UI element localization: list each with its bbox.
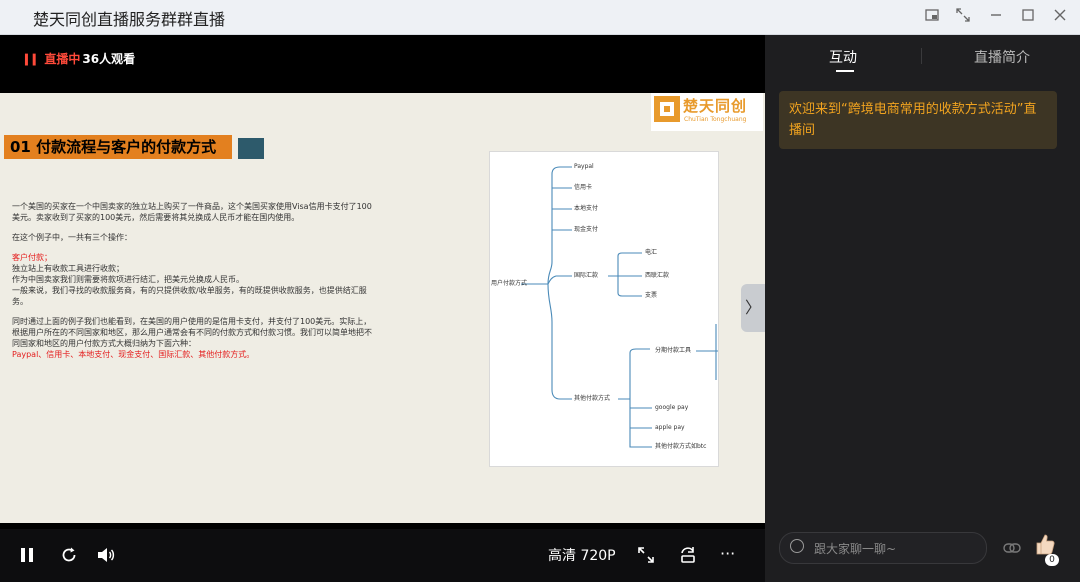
mind-map-diagram: 用户付款方式 Paypal 信用卡 本地支付 现金支付 国际汇款 其他付款方式 … bbox=[489, 151, 719, 467]
paragraph: 一个美国的买家在一个中国卖家的独立站上购买了一件商品，这个美国买家使用Visa信… bbox=[12, 202, 372, 222]
minimize-icon[interactable] bbox=[986, 7, 1006, 27]
like-count: 0 bbox=[1045, 554, 1059, 566]
live-stream-window: 楚天同创直播服务群群直播 ▍▍ 直播中 36人观看 楚天同创 ChuTian Ton… bbox=[0, 0, 1080, 582]
diagram-root-node: 用户付款方式 bbox=[491, 280, 528, 287]
chat-box[interactable] bbox=[779, 532, 987, 564]
video-player[interactable]: ▍▍ 直播中 36人观看 楚天同创 ChuTian Tongchuang 01 付款… bbox=[0, 35, 765, 582]
diagram-node: 西联汇款 bbox=[645, 272, 670, 279]
diagram-node: 现金支付 bbox=[574, 226, 599, 233]
logo-mark-icon bbox=[654, 96, 680, 122]
line-text: 作为中国卖家我们则需要将款项进行结汇，把美元兑换成人民币。 bbox=[12, 275, 244, 284]
diagram-node: Paypal bbox=[574, 163, 594, 170]
highlight-text: Paypal、信用卡、本地支付、现金支付、国际汇款、其他付款方式。 bbox=[12, 350, 255, 359]
slide-title: 01 付款流程与客户的付款方式 bbox=[4, 135, 232, 159]
rotate-screen-icon[interactable] bbox=[678, 545, 698, 569]
more-options-icon[interactable]: ··· bbox=[720, 546, 735, 562]
diagram-node: 其他付款方式 bbox=[574, 395, 611, 402]
diagram-node: 信用卡 bbox=[574, 184, 593, 191]
paragraph: 在这个例子中，一共有三个操作： bbox=[12, 233, 132, 242]
mini-player-icon[interactable] bbox=[922, 7, 942, 27]
player-controls: 高清 720P ··· bbox=[0, 529, 765, 582]
diagram-node: 电汇 bbox=[645, 249, 658, 256]
tab-live-intro[interactable]: 直播简介 bbox=[974, 47, 1030, 67]
fullscreen-icon[interactable] bbox=[953, 7, 973, 27]
logo-subtext: ChuTian Tongchuang bbox=[684, 116, 747, 123]
diagram-node: 分期付款工具 bbox=[655, 347, 692, 354]
title-bar: 楚天同创直播服务群群直播 bbox=[0, 0, 1080, 35]
diagram-node: 国际汇款 bbox=[574, 272, 599, 279]
emoji-icon[interactable] bbox=[790, 539, 804, 553]
diagram-node: google pay bbox=[655, 404, 689, 411]
chevron-right-icon[interactable]: 〉 bbox=[741, 284, 765, 332]
title-accent-block bbox=[238, 138, 264, 159]
highlight-text: 客户付款； bbox=[12, 253, 52, 262]
pause-icon[interactable] bbox=[19, 547, 35, 567]
tab-divider bbox=[921, 48, 922, 64]
expand-icon[interactable] bbox=[637, 546, 655, 568]
presentation-slide: 楚天同创 ChuTian Tongchuang 01 付款流程与客户的付款方式 … bbox=[0, 93, 765, 523]
diagram-node: 本地支付 bbox=[574, 205, 599, 212]
chat-input[interactable] bbox=[812, 538, 984, 560]
tab-interaction[interactable]: 互动 bbox=[829, 47, 857, 67]
interaction-panel: 互动 直播简介 欢迎来到“跨境电商常用的收款方式活动”直播间 0 bbox=[765, 35, 1080, 582]
paragraph: 客户付款； 独立站上有收款工具进行收款； 作为中国卖家我们则需要将款项进行结汇，… bbox=[12, 252, 378, 307]
link-icon[interactable] bbox=[1003, 540, 1021, 556]
brand-logo: 楚天同创 ChuTian Tongchuang bbox=[651, 93, 763, 131]
like-button[interactable]: 0 bbox=[1033, 532, 1059, 566]
live-status: ▍▍ 直播中 36人观看 bbox=[25, 50, 135, 67]
viewer-count: 36人观看 bbox=[82, 52, 136, 66]
paragraph: 同时通过上面的例子我们也能看到，在美国的用户使用的是信用卡支付，并支付了100美… bbox=[12, 316, 378, 360]
slide-body: 一个美国的买家在一个中国卖家的独立站上购买了一件商品，这个美国买家使用Visa信… bbox=[12, 201, 378, 369]
close-icon[interactable] bbox=[1050, 7, 1070, 27]
line-text: 一般来说，我们寻找的收款服务商，有的只提供收款/收单服务，有的既提供收款服务，也… bbox=[12, 286, 367, 306]
live-label: 直播中 bbox=[44, 52, 81, 66]
welcome-message: 欢迎来到“跨境电商常用的收款方式活动”直播间 bbox=[779, 91, 1057, 149]
diagram-node: 支票 bbox=[645, 292, 658, 299]
diagram-node: 其他付款方式如btc bbox=[655, 443, 707, 450]
volume-icon[interactable] bbox=[96, 546, 116, 568]
window-title: 楚天同创直播服务群群直播 bbox=[33, 10, 226, 29]
diagram-node: apple pay bbox=[655, 424, 685, 431]
line-text: 独立站上有收款工具进行收款； bbox=[12, 264, 124, 273]
logo-text: 楚天同创 bbox=[683, 97, 748, 115]
quality-selector[interactable]: 高清 720P bbox=[548, 545, 616, 565]
maximize-icon[interactable] bbox=[1018, 7, 1038, 27]
thumbs-up-icon bbox=[1036, 534, 1055, 555]
line-text: 同时通过上面的例子我们也能看到，在美国的用户使用的是信用卡支付，并支付了100美… bbox=[12, 317, 372, 348]
live-signal-icon: ▍▍ bbox=[25, 55, 41, 66]
active-tab-indicator bbox=[836, 70, 854, 72]
refresh-icon[interactable] bbox=[60, 546, 78, 568]
